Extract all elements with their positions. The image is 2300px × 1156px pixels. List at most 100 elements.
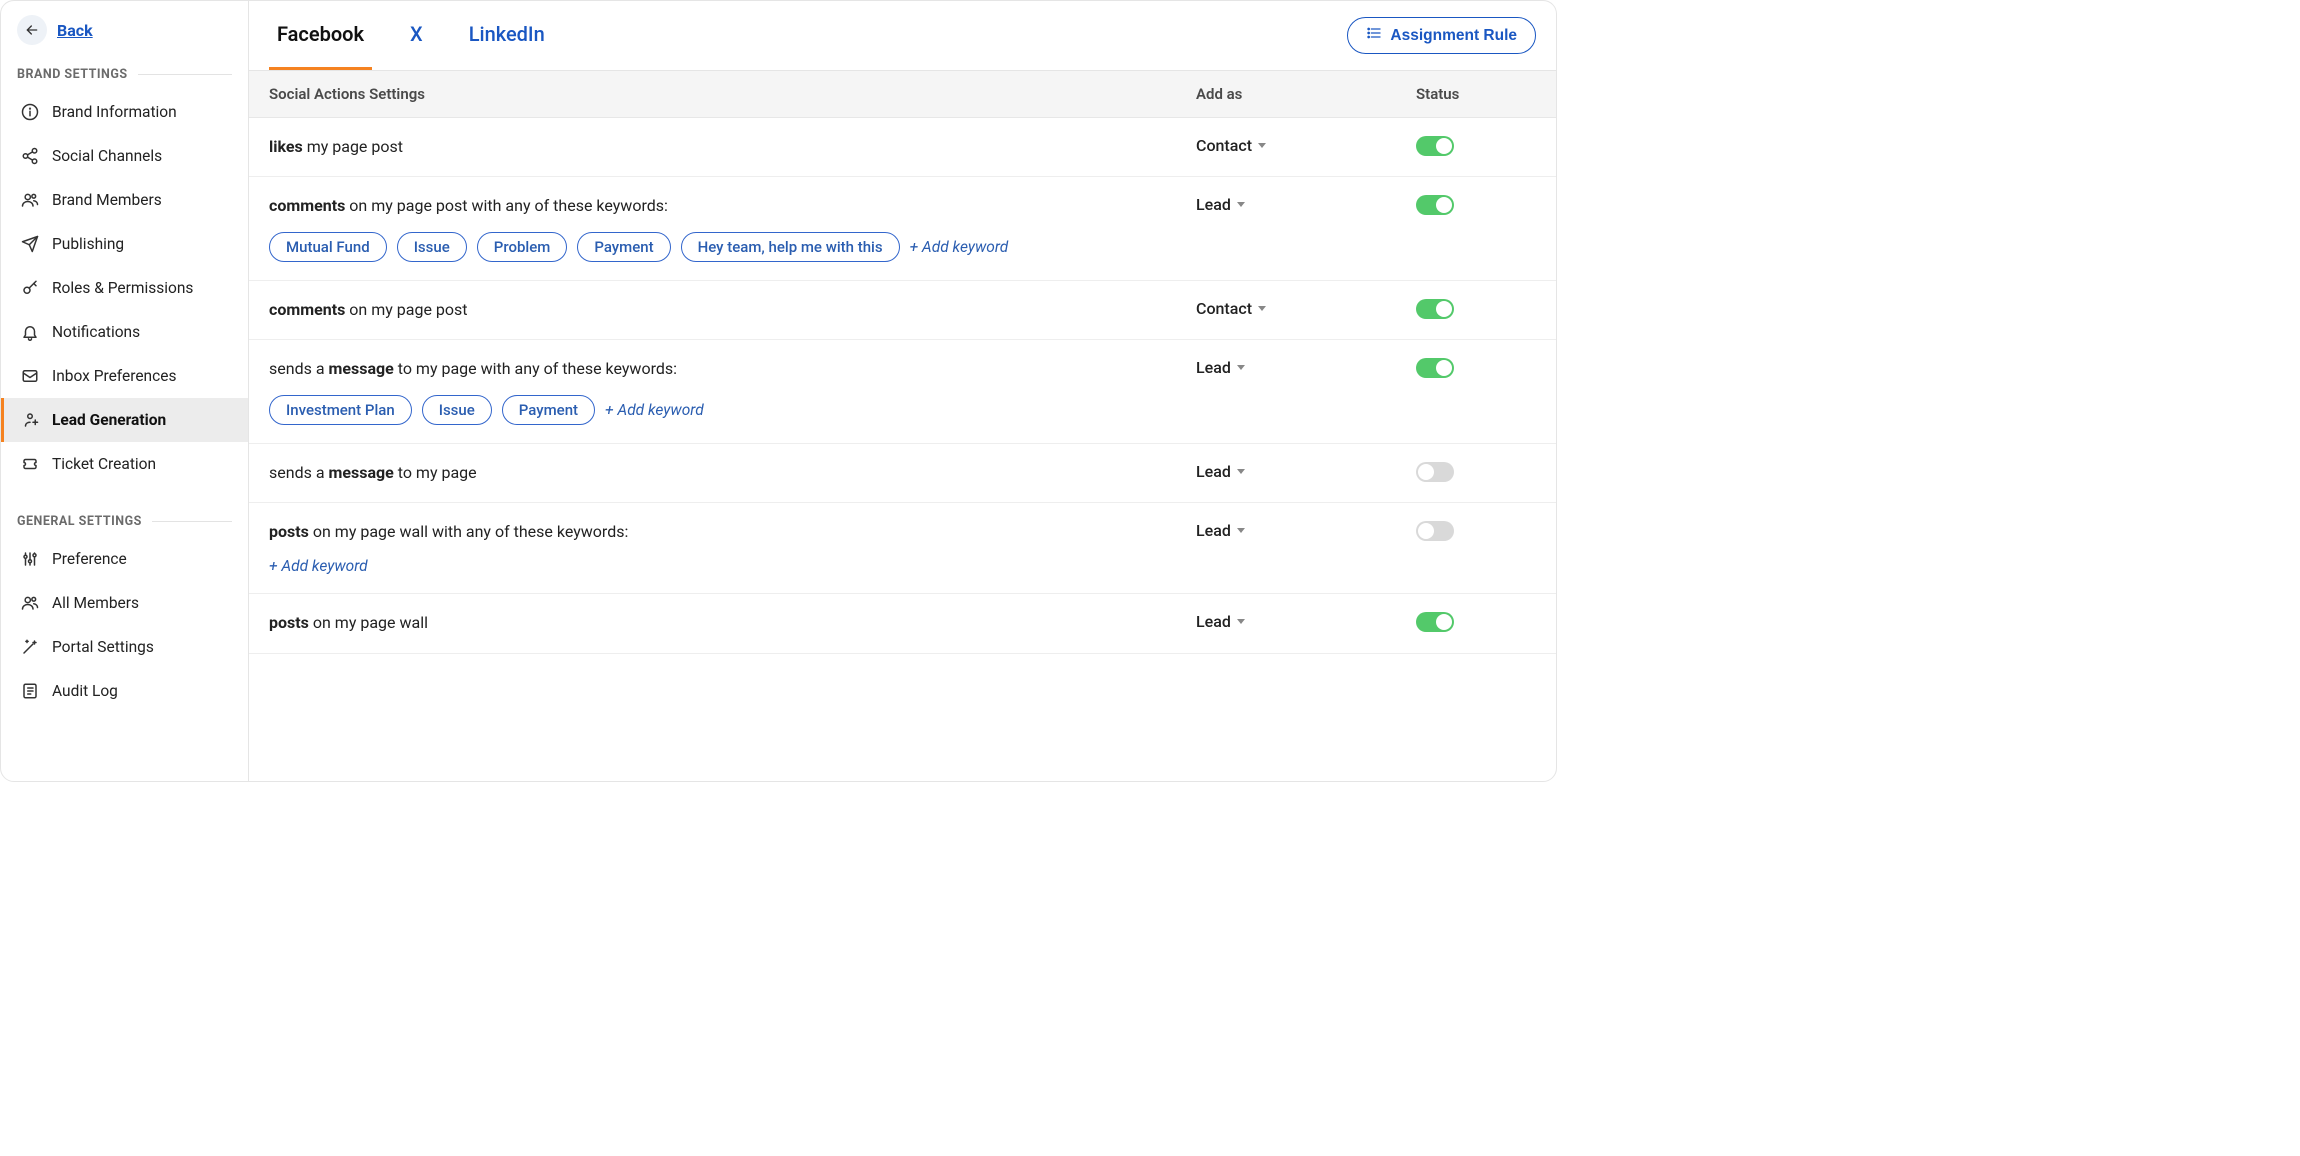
keyword-chip[interactable]: Mutual Fund	[269, 232, 387, 262]
addas-dropdown[interactable]: Lead	[1196, 195, 1416, 214]
status-toggle[interactable]	[1416, 195, 1454, 215]
chevron-down-icon	[1237, 202, 1245, 207]
sidebar-item-all-members[interactable]: All Members	[1, 581, 248, 625]
col-header-addas: Add as	[1196, 85, 1416, 103]
sidebar-item-inbox-preferences[interactable]: Inbox Preferences	[1, 354, 248, 398]
sidebar-item-label: Brand Members	[52, 191, 162, 209]
rule-description: sends a message to my page with any of t…	[269, 358, 1196, 380]
rule-row: sends a message to my pageLead	[249, 444, 1556, 503]
add-keyword-button[interactable]: + Add keyword	[269, 557, 368, 575]
divider	[152, 521, 232, 522]
section-title: GENERAL SETTINGS	[17, 514, 142, 529]
rule-suffix: my page post	[303, 137, 403, 156]
tab-linkedin[interactable]: LinkedIn	[461, 1, 553, 70]
sidebar-item-lead-generation[interactable]: Lead Generation	[1, 398, 248, 442]
rule-prefix: sends a	[269, 463, 329, 482]
keyword-chip[interactable]: Problem	[477, 232, 568, 262]
rule-text-block: sends a message to my page with any of t…	[269, 358, 1196, 424]
rule-text-block: comments on my page post with any of the…	[269, 195, 1196, 261]
col-header-actions: Social Actions Settings	[269, 85, 1196, 103]
back-link[interactable]: Back	[57, 21, 93, 40]
status-toggle[interactable]	[1416, 462, 1454, 482]
addas-dropdown[interactable]: Contact	[1196, 299, 1416, 318]
status-toggle[interactable]	[1416, 358, 1454, 378]
sidebar-item-brand-members[interactable]: Brand Members	[1, 178, 248, 222]
toggle-knob	[1418, 464, 1434, 480]
addas-value: Lead	[1196, 358, 1231, 377]
status-toggle[interactable]	[1416, 299, 1454, 319]
add-keyword-button[interactable]: + Add keyword	[605, 401, 704, 419]
status-cell	[1416, 521, 1536, 541]
sidebar-item-roles-permissions[interactable]: Roles & Permissions	[1, 266, 248, 310]
sidebar-item-portal-settings[interactable]: Portal Settings	[1, 625, 248, 669]
status-toggle[interactable]	[1416, 521, 1454, 541]
keyword-chip[interactable]: Payment	[577, 232, 670, 262]
send-icon	[20, 234, 40, 254]
addas-dropdown[interactable]: Lead	[1196, 521, 1416, 540]
tabs-row: Facebook X LinkedIn Assignment Rule	[249, 1, 1556, 71]
rule-text-block: posts on my page wall	[269, 612, 1196, 634]
keyword-chip[interactable]: Investment Plan	[269, 395, 412, 425]
sidebar-item-label: All Members	[52, 594, 139, 612]
addas-dropdown[interactable]: Contact	[1196, 136, 1416, 155]
rules-list: likes my page postContactcomments on my …	[249, 118, 1556, 781]
sidebar-item-notifications[interactable]: Notifications	[1, 310, 248, 354]
tab-x[interactable]: X	[402, 1, 431, 70]
chevron-down-icon	[1237, 528, 1245, 533]
members-icon	[20, 593, 40, 613]
rule-text-block: posts on my page wall with any of these …	[269, 521, 1196, 575]
sidebar-item-brand-information[interactable]: Brand Information	[1, 90, 248, 134]
addas-value: Lead	[1196, 462, 1231, 481]
chevron-down-icon	[1237, 365, 1245, 370]
addas-dropdown[interactable]: Lead	[1196, 462, 1416, 481]
sidebar-item-audit-log[interactable]: Audit Log	[1, 669, 248, 713]
keyword-chip[interactable]: Payment	[502, 395, 595, 425]
rule-row: comments on my page post with any of the…	[249, 177, 1556, 280]
addas-dropdown[interactable]: Lead	[1196, 358, 1416, 377]
toggle-knob	[1418, 523, 1434, 539]
addas-dropdown[interactable]: Lead	[1196, 612, 1416, 631]
rule-action: posts	[269, 522, 309, 541]
bell-icon	[20, 322, 40, 342]
toggle-knob	[1436, 197, 1452, 213]
addas-value: Lead	[1196, 195, 1231, 214]
addas-value: Contact	[1196, 136, 1252, 155]
toggle-knob	[1436, 614, 1452, 630]
tab-facebook[interactable]: Facebook	[269, 1, 372, 70]
sidebar-item-preference[interactable]: Preference	[1, 537, 248, 581]
toggle-knob	[1436, 138, 1452, 154]
table-header: Social Actions Settings Add as Status	[249, 71, 1556, 118]
sidebar-item-publishing[interactable]: Publishing	[1, 222, 248, 266]
status-cell	[1416, 299, 1536, 319]
sidebar-item-label: Lead Generation	[52, 411, 166, 429]
rule-description: posts on my page wall with any of these …	[269, 521, 1196, 543]
chevron-down-icon	[1237, 619, 1245, 624]
rule-action: message	[329, 359, 394, 378]
keyword-chip[interactable]: Issue	[397, 232, 467, 262]
rule-action: posts	[269, 613, 309, 632]
status-cell	[1416, 136, 1536, 156]
keyword-chip[interactable]: Hey team, help me with this	[681, 232, 900, 262]
keyword-chip[interactable]: Issue	[422, 395, 492, 425]
assignment-rule-button[interactable]: Assignment Rule	[1347, 17, 1536, 54]
members-icon	[20, 190, 40, 210]
rule-row: posts on my page wall with any of these …	[249, 503, 1556, 594]
sidebar-item-social-channels[interactable]: Social Channels	[1, 134, 248, 178]
sidebar-item-label: Preference	[52, 550, 127, 568]
rule-action: likes	[269, 137, 303, 156]
divider	[138, 74, 232, 75]
sidebar: Back BRAND SETTINGS Brand Information So…	[1, 1, 249, 781]
keywords-row: Investment Plan Issue Payment + Add keyword	[269, 395, 1196, 425]
back-button[interactable]	[17, 15, 47, 45]
sidebar-item-label: Ticket Creation	[52, 455, 156, 473]
rule-row: posts on my page wallLead	[249, 594, 1556, 653]
add-keyword-button[interactable]: + Add keyword	[910, 238, 1009, 256]
sidebar-item-ticket-creation[interactable]: Ticket Creation	[1, 442, 248, 486]
rule-suffix: on my page post	[345, 300, 467, 319]
info-icon	[20, 102, 40, 122]
rule-description: comments on my page post	[269, 299, 1196, 321]
status-toggle[interactable]	[1416, 136, 1454, 156]
rule-suffix: on my page post with any of these keywor…	[345, 196, 668, 215]
status-toggle[interactable]	[1416, 612, 1454, 632]
rule-suffix: to my page with any of these keywords:	[394, 359, 677, 378]
